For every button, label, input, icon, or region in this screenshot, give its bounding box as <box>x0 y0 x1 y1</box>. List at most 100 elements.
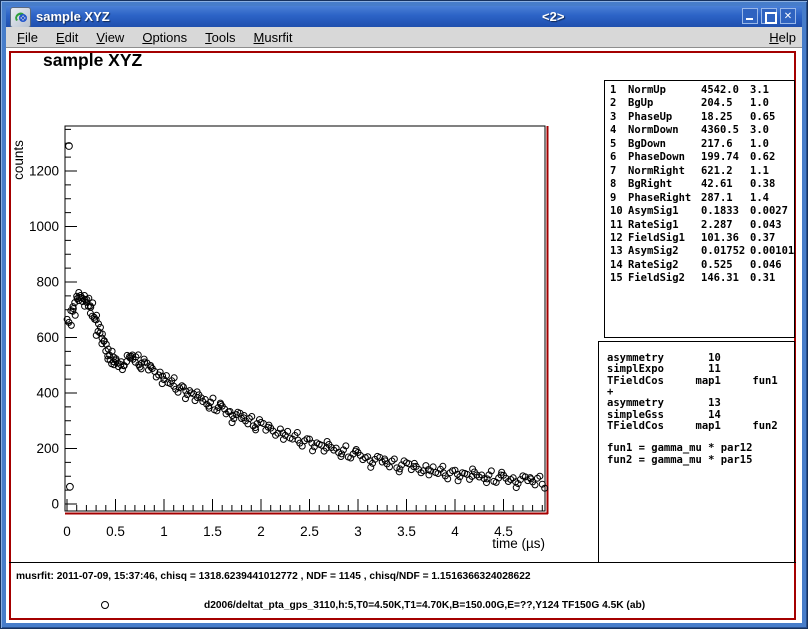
legend-open-circle-icon <box>101 601 109 609</box>
theory-line: asymmetry 13 <box>607 397 721 409</box>
outlier-point-marker <box>67 483 74 490</box>
y-tick-label: 1000 <box>29 219 59 234</box>
theory-line: fun1 = gamma_mu * par12 <box>607 442 752 454</box>
parameter-value: 42.61 <box>701 178 733 190</box>
parameter-row: 4NormDown4360.53.0 <box>605 124 794 137</box>
maximize-icon <box>765 12 777 24</box>
parameter-error: 0.37 <box>750 232 775 244</box>
y-tick-label: 0 <box>51 497 59 512</box>
window-title: sample XYZ <box>36 9 110 24</box>
parameter-n: 3 <box>610 111 616 123</box>
parameter-n: 15 <box>610 272 623 284</box>
parameter-error: 3.1 <box>750 84 769 96</box>
parameter-row: 1NormUp4542.03.1 <box>605 84 794 97</box>
menu-item-view[interactable]: View <box>87 27 133 45</box>
y-tick-label: 200 <box>36 441 59 456</box>
parameter-n: 13 <box>610 245 623 257</box>
parameter-n: 11 <box>610 219 623 231</box>
parameter-value: 0.01752 <box>701 245 745 257</box>
plot-frame <box>65 126 545 511</box>
parameter-value: 0.1833 <box>701 205 739 217</box>
close-button[interactable]: ✕ <box>780 8 796 24</box>
parameter-value: 287.1 <box>701 192 733 204</box>
parameter-row: 10AsymSig10.18330.0027 <box>605 205 794 218</box>
parameter-row: 11RateSig12.2870.043 <box>605 219 794 232</box>
menu-item-options[interactable]: Options <box>133 27 196 45</box>
parameter-row: 6PhaseDown199.740.62 <box>605 151 794 164</box>
parameter-n: 10 <box>610 205 623 217</box>
x-tick-label: 0.5 <box>106 524 125 539</box>
parameter-value: 199.74 <box>701 151 739 163</box>
minimize-button[interactable] <box>742 8 758 24</box>
parameter-n: 5 <box>610 138 616 150</box>
parameter-error: 0.00101 <box>750 245 794 257</box>
parameter-name: PhaseRight <box>628 192 691 204</box>
parameter-n: 1 <box>610 84 616 96</box>
x-tick-label: 0 <box>63 524 71 539</box>
parameter-row: 3PhaseUp18.250.65 <box>605 111 794 124</box>
info-pad-separator <box>9 562 796 563</box>
title-bar[interactable]: sample XYZ <2> ✕ <box>6 6 802 27</box>
menu-item-musrfit[interactable]: Musrfit <box>245 27 302 45</box>
parameter-row: 9PhaseRight287.11.4 <box>605 192 794 205</box>
parameter-name: PhaseUp <box>628 111 672 123</box>
parameter-row: 7 NormRight 621.2 1.1 <box>605 165 794 178</box>
parameter-value: 621.2 <box>701 165 733 177</box>
parameter-error: 0.046 <box>750 259 782 271</box>
parameter-row: 2BgUp204.51.0 <box>605 97 794 110</box>
parameter-row: 12FieldSig1101.360.37 <box>605 232 794 245</box>
parameter-error: 0.0027 <box>750 205 788 217</box>
parameter-n: 7 <box>610 165 616 177</box>
plot-title: sample XYZ <box>43 50 143 70</box>
x-tick-label: 4 <box>451 524 459 539</box>
x-tick-label: 2 <box>257 524 265 539</box>
parameter-value: 146.31 <box>701 272 739 284</box>
minimize-icon <box>746 18 753 20</box>
parameter-error: 1.1 <box>750 165 769 177</box>
parameter-error: 1.0 <box>750 97 769 109</box>
parameter-name: NormDown <box>628 124 679 136</box>
theory-line: simplExpo 11 <box>607 363 721 375</box>
parameter-n: 12 <box>610 232 623 244</box>
close-icon: ✕ <box>781 9 795 23</box>
theory-line: TFieldCos map1 fun2 <box>607 420 778 432</box>
parameter-error: 3.0 <box>750 124 769 136</box>
theory-line: simpleGss 14 <box>607 409 721 421</box>
parameter-row: 5BgDown217.61.0 <box>605 138 794 151</box>
parameter-n: 8 <box>610 178 616 190</box>
parameter-row: 8BgRight42.610.38 <box>605 178 794 191</box>
menu-bar: FileEditViewOptionsToolsMusrfit Help <box>6 27 802 48</box>
parameter-n: 6 <box>610 151 616 163</box>
theory-line: TFieldCos map1 fun1 <box>607 375 778 387</box>
parameter-value: 204.5 <box>701 97 733 109</box>
parameter-name: BgDown <box>628 138 666 150</box>
window-center-label: <2> <box>542 9 564 24</box>
parameter-name: RateSig1 <box>628 219 679 231</box>
root-canvas[interactable]: sample XYZ00.511.522.533.544.50200400600… <box>6 48 802 623</box>
fit-status-text: musrfit: 2011-07-09, 15:37:46, chisq = 1… <box>16 571 531 582</box>
parameter-row: 14RateSig20.5250.046 <box>605 259 794 272</box>
parameter-value: 4360.5 <box>701 124 739 136</box>
parameter-name: BgUp <box>628 97 653 109</box>
parameter-value: 217.6 <box>701 138 733 150</box>
parameter-name: AsymSig2 <box>628 245 679 257</box>
parameter-row: 13 AsymSig2 0.01752 0.00101 <box>605 245 794 258</box>
graph-pad[interactable]: sample XYZ00.511.522.533.544.50200400600… <box>6 48 598 565</box>
menu-item-help[interactable]: Help <box>769 30 796 45</box>
theory-line: fun2 = gamma_mu * par15 <box>607 454 752 466</box>
parameter-name: NormUp <box>628 84 666 96</box>
musrfit-window: sample XYZ <2> ✕ FileEditViewOptionsTool… <box>0 0 808 629</box>
parameter-name: BgRight <box>628 178 672 190</box>
x-tick-label: 3 <box>354 524 362 539</box>
parameter-error: 0.043 <box>750 219 782 231</box>
menu-item-tools[interactable]: Tools <box>196 27 244 45</box>
menu-item-file[interactable]: File <box>6 27 47 45</box>
menu-items: FileEditViewOptionsToolsMusrfit <box>6 29 302 46</box>
parameter-name: NormRight <box>628 165 685 177</box>
x-tick-label: 1.5 <box>203 524 222 539</box>
parameter-error: 0.65 <box>750 111 775 123</box>
maximize-button[interactable] <box>761 8 777 24</box>
parameter-n: 9 <box>610 192 616 204</box>
legend-run-text: d2006/deltat_pta_gps_3110,h:5,T0=4.50K,T… <box>204 600 645 611</box>
menu-item-edit[interactable]: Edit <box>47 27 87 45</box>
